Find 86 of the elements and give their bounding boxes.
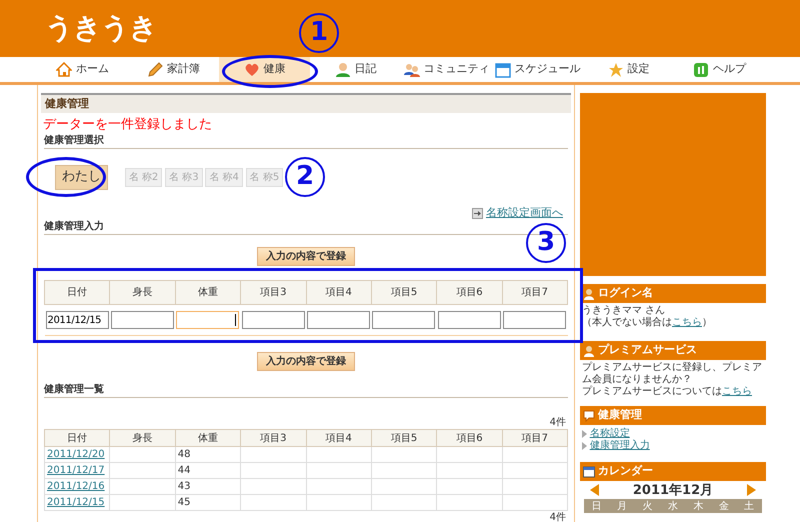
star-icon (608, 62, 624, 78)
column-header: 日付 (44, 280, 110, 305)
input-field[interactable] (110, 311, 174, 330)
house-icon (56, 62, 72, 78)
calendar-icon (583, 466, 595, 478)
calendar-icon (494, 62, 510, 78)
table-cell: 44 (175, 462, 241, 479)
nav-tab[interactable]: コミュニティ (401, 57, 492, 82)
nav-tab[interactable]: 健康 (219, 57, 310, 82)
premium-text: プレミアムサービスに登録し、プレミアム会員になりませんか？ (582, 362, 763, 386)
register-button[interactable]: 入力の内容で登録 (257, 247, 355, 266)
section-heading: 健康管理一覧 (44, 383, 568, 398)
bullet-icon (582, 430, 587, 438)
name-tab[interactable]: わたし (55, 165, 108, 190)
column-header: 項目4 (306, 280, 372, 305)
table-cell: 45 (175, 494, 241, 511)
person-icon (583, 344, 595, 356)
login-link[interactable]: こちら (672, 317, 702, 328)
weekday-label: 月 (617, 500, 628, 512)
column-header: 項目3 (240, 280, 306, 305)
speech-bubble-icon (583, 410, 595, 422)
login-note: （本人でない場合は (582, 317, 672, 328)
panel-title: カレンダー (598, 464, 653, 479)
register-button[interactable]: 入力の内容で登録 (257, 352, 355, 372)
step-number: 2 (285, 157, 325, 197)
section-heading: 健康管理選択 (44, 134, 568, 149)
success-message: データーを一件登録しました (42, 117, 213, 134)
panel-title: 健康管理 (598, 408, 642, 423)
next-icon (746, 484, 756, 496)
previous-icon (590, 484, 600, 496)
nav-tab[interactable]: 日記 (310, 57, 401, 82)
login-note: ） (702, 317, 712, 328)
input-field[interactable] (372, 311, 436, 330)
sidebar-link[interactable]: 健康管理入力 (590, 440, 650, 452)
site-logo[interactable]: うきうき (45, 10, 157, 47)
column-header: 項目7 (502, 430, 568, 447)
column-header: 体重 (175, 280, 241, 305)
column-header: 項目4 (306, 430, 372, 447)
nav-tab[interactable]: ヘルプ (674, 57, 765, 82)
weekday-label: 水 (668, 500, 678, 512)
input-field[interactable]: 2011/12/15 (46, 311, 108, 330)
weekday-label: 日 (592, 500, 602, 512)
input-field[interactable] (503, 311, 566, 330)
nav-tab[interactable]: ホーム (37, 57, 128, 82)
premium-text: プレミアムサービスについては (582, 386, 722, 397)
input-field[interactable] (438, 311, 501, 330)
nav-tab[interactable]: スケジュール (492, 57, 583, 82)
input-field[interactable] (242, 311, 305, 330)
heart-icon (244, 62, 260, 78)
page-title: 健康管理 (41, 93, 571, 113)
input-field[interactable] (307, 311, 370, 330)
table-cell: 43 (175, 478, 241, 495)
record-count: 4件 (548, 416, 566, 430)
column-header: 日付 (44, 430, 110, 447)
panel-title: ログイン名 (598, 286, 653, 301)
step-number: 1 (299, 13, 339, 53)
column-header: 項目7 (502, 280, 568, 305)
column-header: 項目3 (240, 430, 306, 447)
pencil-icon (147, 62, 163, 78)
column-header: 体重 (175, 430, 241, 447)
nav-tab[interactable]: 家計簿 (128, 57, 219, 82)
column-header: 項目5 (371, 430, 437, 447)
person-icon (583, 288, 595, 300)
calendar-month: 2011年12月 (632, 484, 714, 496)
column-header: 項目6 (436, 430, 502, 447)
people-icon (404, 62, 420, 78)
weekday-label: 火 (642, 500, 653, 512)
record-count: 4件 (548, 511, 566, 522)
bullet-icon (582, 442, 587, 450)
settings-link[interactable]: 名称設定画面へ (486, 206, 563, 220)
person-icon (334, 62, 350, 78)
weekday-label: 金 (718, 500, 729, 512)
weekday-label: 土 (744, 500, 754, 512)
column-header: 身長 (110, 430, 176, 447)
premium-link[interactable]: こちら (722, 386, 752, 397)
table-cell: 48 (175, 446, 241, 463)
user-name: うきうきママ さん (582, 305, 666, 316)
column-header: 身長 (110, 280, 176, 305)
panel-title: プレミアムサービス (598, 343, 697, 358)
input-field[interactable] (176, 311, 240, 330)
arrow-icon (472, 208, 484, 219)
nav-tab[interactable]: 設定 (583, 57, 674, 82)
column-header: 項目5 (371, 280, 437, 305)
column-header: 項目6 (436, 280, 502, 305)
sidebar-link[interactable]: 名称設定 (590, 428, 630, 440)
weekday-label: 木 (693, 500, 704, 512)
